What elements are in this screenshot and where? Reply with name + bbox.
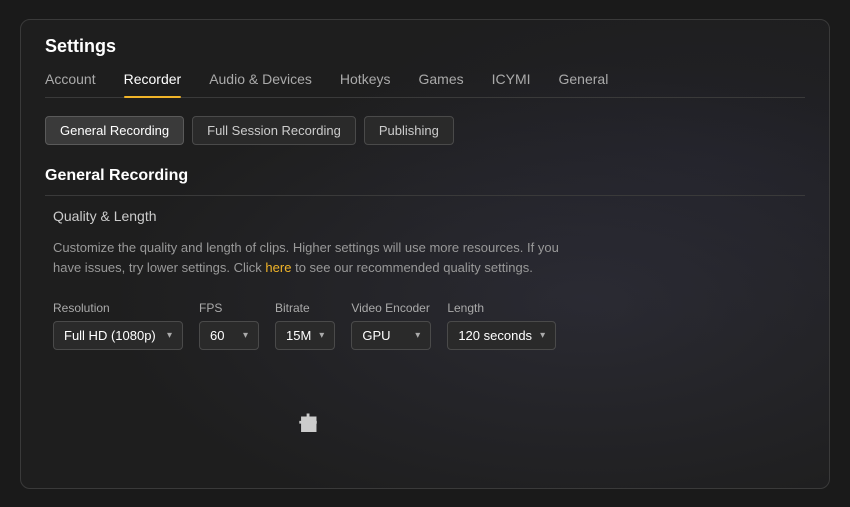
window-title: Settings	[45, 36, 805, 57]
sub-tab-general-recording[interactable]: General Recording	[45, 116, 184, 145]
tab-hotkeys[interactable]: Hotkeys	[340, 71, 391, 97]
settings-window: Settings Account Recorder Audio & Device…	[20, 19, 830, 489]
controls-row: Resolution Full HD (1080p) ▾ FPS 60 ▾ Bi…	[53, 301, 805, 350]
sub-tab-full-session[interactable]: Full Session Recording	[192, 116, 356, 145]
bitrate-arrow: ▾	[319, 330, 324, 341]
tab-recorder[interactable]: Recorder	[124, 71, 182, 97]
resolution-dropdown[interactable]: Full HD (1080p) ▾	[53, 321, 183, 350]
bitrate-value: 15M	[286, 328, 311, 343]
tab-icymi[interactable]: ICYMI	[492, 71, 531, 97]
tab-audio-devices[interactable]: Audio & Devices	[209, 71, 312, 97]
quality-section: Quality & Length Customize the quality a…	[45, 208, 805, 351]
section-title: General Recording	[45, 167, 805, 196]
length-arrow: ▾	[540, 330, 545, 341]
fps-label: FPS	[199, 301, 259, 315]
sub-tab-publishing[interactable]: Publishing	[364, 116, 454, 145]
bitrate-control: Bitrate 15M ▾	[275, 301, 335, 350]
length-value: 120 seconds	[458, 328, 532, 343]
quality-description: Customize the quality and length of clip…	[53, 238, 573, 280]
tab-games[interactable]: Games	[418, 71, 463, 97]
resolution-label: Resolution	[53, 301, 183, 315]
length-control: Length 120 seconds ▾	[447, 301, 556, 350]
bitrate-dropdown[interactable]: 15M ▾	[275, 321, 335, 350]
fps-value: 60	[210, 328, 224, 343]
encoder-label: Video Encoder	[351, 301, 431, 315]
fps-arrow: ▾	[243, 330, 248, 341]
title-bar: Settings Account Recorder Audio & Device…	[21, 20, 829, 98]
resolution-arrow: ▾	[167, 330, 172, 341]
encoder-control: Video Encoder GPU ▾	[351, 301, 431, 350]
quality-label: Quality & Length	[53, 208, 805, 224]
encoder-arrow: ▾	[415, 330, 420, 341]
tab-account[interactable]: Account	[45, 71, 96, 97]
crosshair-icon: ⯀ ✛	[300, 413, 318, 439]
encoder-value: GPU	[362, 328, 390, 343]
resolution-value: Full HD (1080p)	[64, 328, 156, 343]
content-area: General Recording Full Session Recording…	[21, 98, 829, 369]
length-dropdown[interactable]: 120 seconds ▾	[447, 321, 556, 350]
recommended-link[interactable]: here	[265, 260, 291, 275]
nav-tabs: Account Recorder Audio & Devices Hotkeys…	[45, 71, 805, 98]
bitrate-label: Bitrate	[275, 301, 335, 315]
fps-dropdown[interactable]: 60 ▾	[199, 321, 259, 350]
tab-general[interactable]: General	[559, 71, 609, 97]
encoder-dropdown[interactable]: GPU ▾	[351, 321, 431, 350]
length-label: Length	[447, 301, 556, 315]
fps-control: FPS 60 ▾	[199, 301, 259, 350]
sub-tabs: General Recording Full Session Recording…	[45, 116, 805, 145]
resolution-control: Resolution Full HD (1080p) ▾	[53, 301, 183, 350]
